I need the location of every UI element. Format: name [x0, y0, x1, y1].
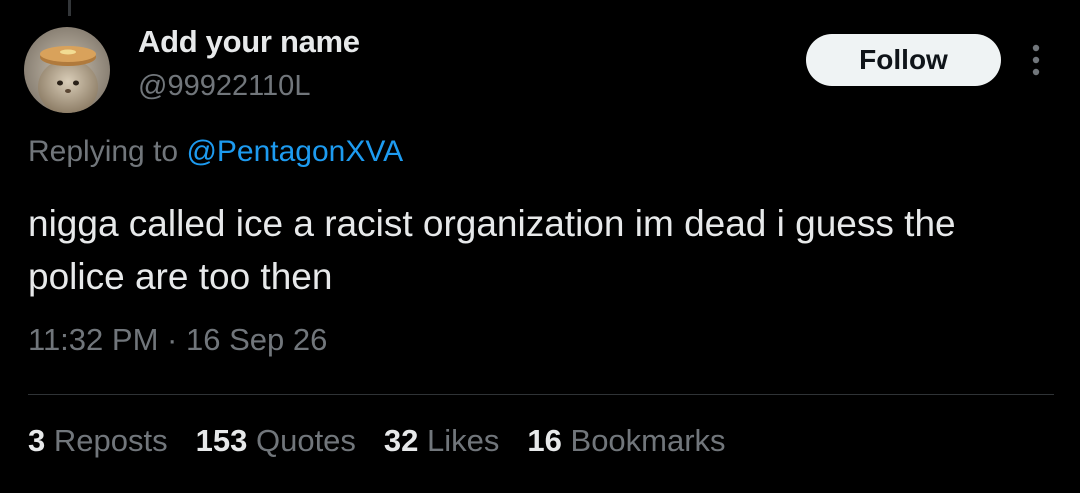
quotes-count: 153 [195, 423, 248, 458]
reposts-stat[interactable]: 3 Reposts [28, 423, 168, 459]
reposts-label: Reposts [53, 423, 168, 458]
avatar-image [24, 27, 110, 113]
replying-to-line: Replying to @PentagonXVA [28, 135, 403, 169]
tweet-date: 16 Sep 26 [185, 322, 328, 357]
tweet-time: 11:32 PM [28, 322, 159, 357]
avatar[interactable] [24, 27, 110, 113]
quotes-label: Quotes [255, 423, 356, 458]
tweet-text: nigga called ice a racist organization i… [28, 203, 956, 297]
reposts-count: 3 [28, 423, 46, 458]
likes-label: Likes [427, 423, 500, 458]
bookmarks-count: 16 [527, 423, 562, 458]
user-handle[interactable]: @99922110L [138, 70, 310, 103]
more-vertical-icon [1032, 44, 1040, 76]
more-button[interactable] [1022, 38, 1050, 82]
replying-prefix: Replying to [28, 135, 179, 168]
thread-line [68, 0, 71, 16]
likes-count: 32 [383, 423, 419, 458]
timestamp-separator: · [167, 322, 178, 357]
follow-button[interactable]: Follow [806, 34, 1001, 86]
timestamp[interactable]: 11:32 PM · 16 Sep 26 [28, 322, 327, 358]
engagement-stats: 3 Reposts 153 Quotes 32 Likes 16 Bookmar… [28, 423, 754, 459]
quotes-stat[interactable]: 153 Quotes [196, 423, 356, 459]
bookmarks-stat[interactable]: 16 Bookmarks [527, 423, 725, 459]
bookmarks-label: Bookmarks [570, 423, 726, 458]
divider [28, 394, 1054, 395]
likes-stat[interactable]: 32 Likes [384, 423, 499, 459]
display-name[interactable]: Add your name [138, 24, 360, 60]
replying-mention-link[interactable]: @PentagonXVA [186, 135, 403, 168]
